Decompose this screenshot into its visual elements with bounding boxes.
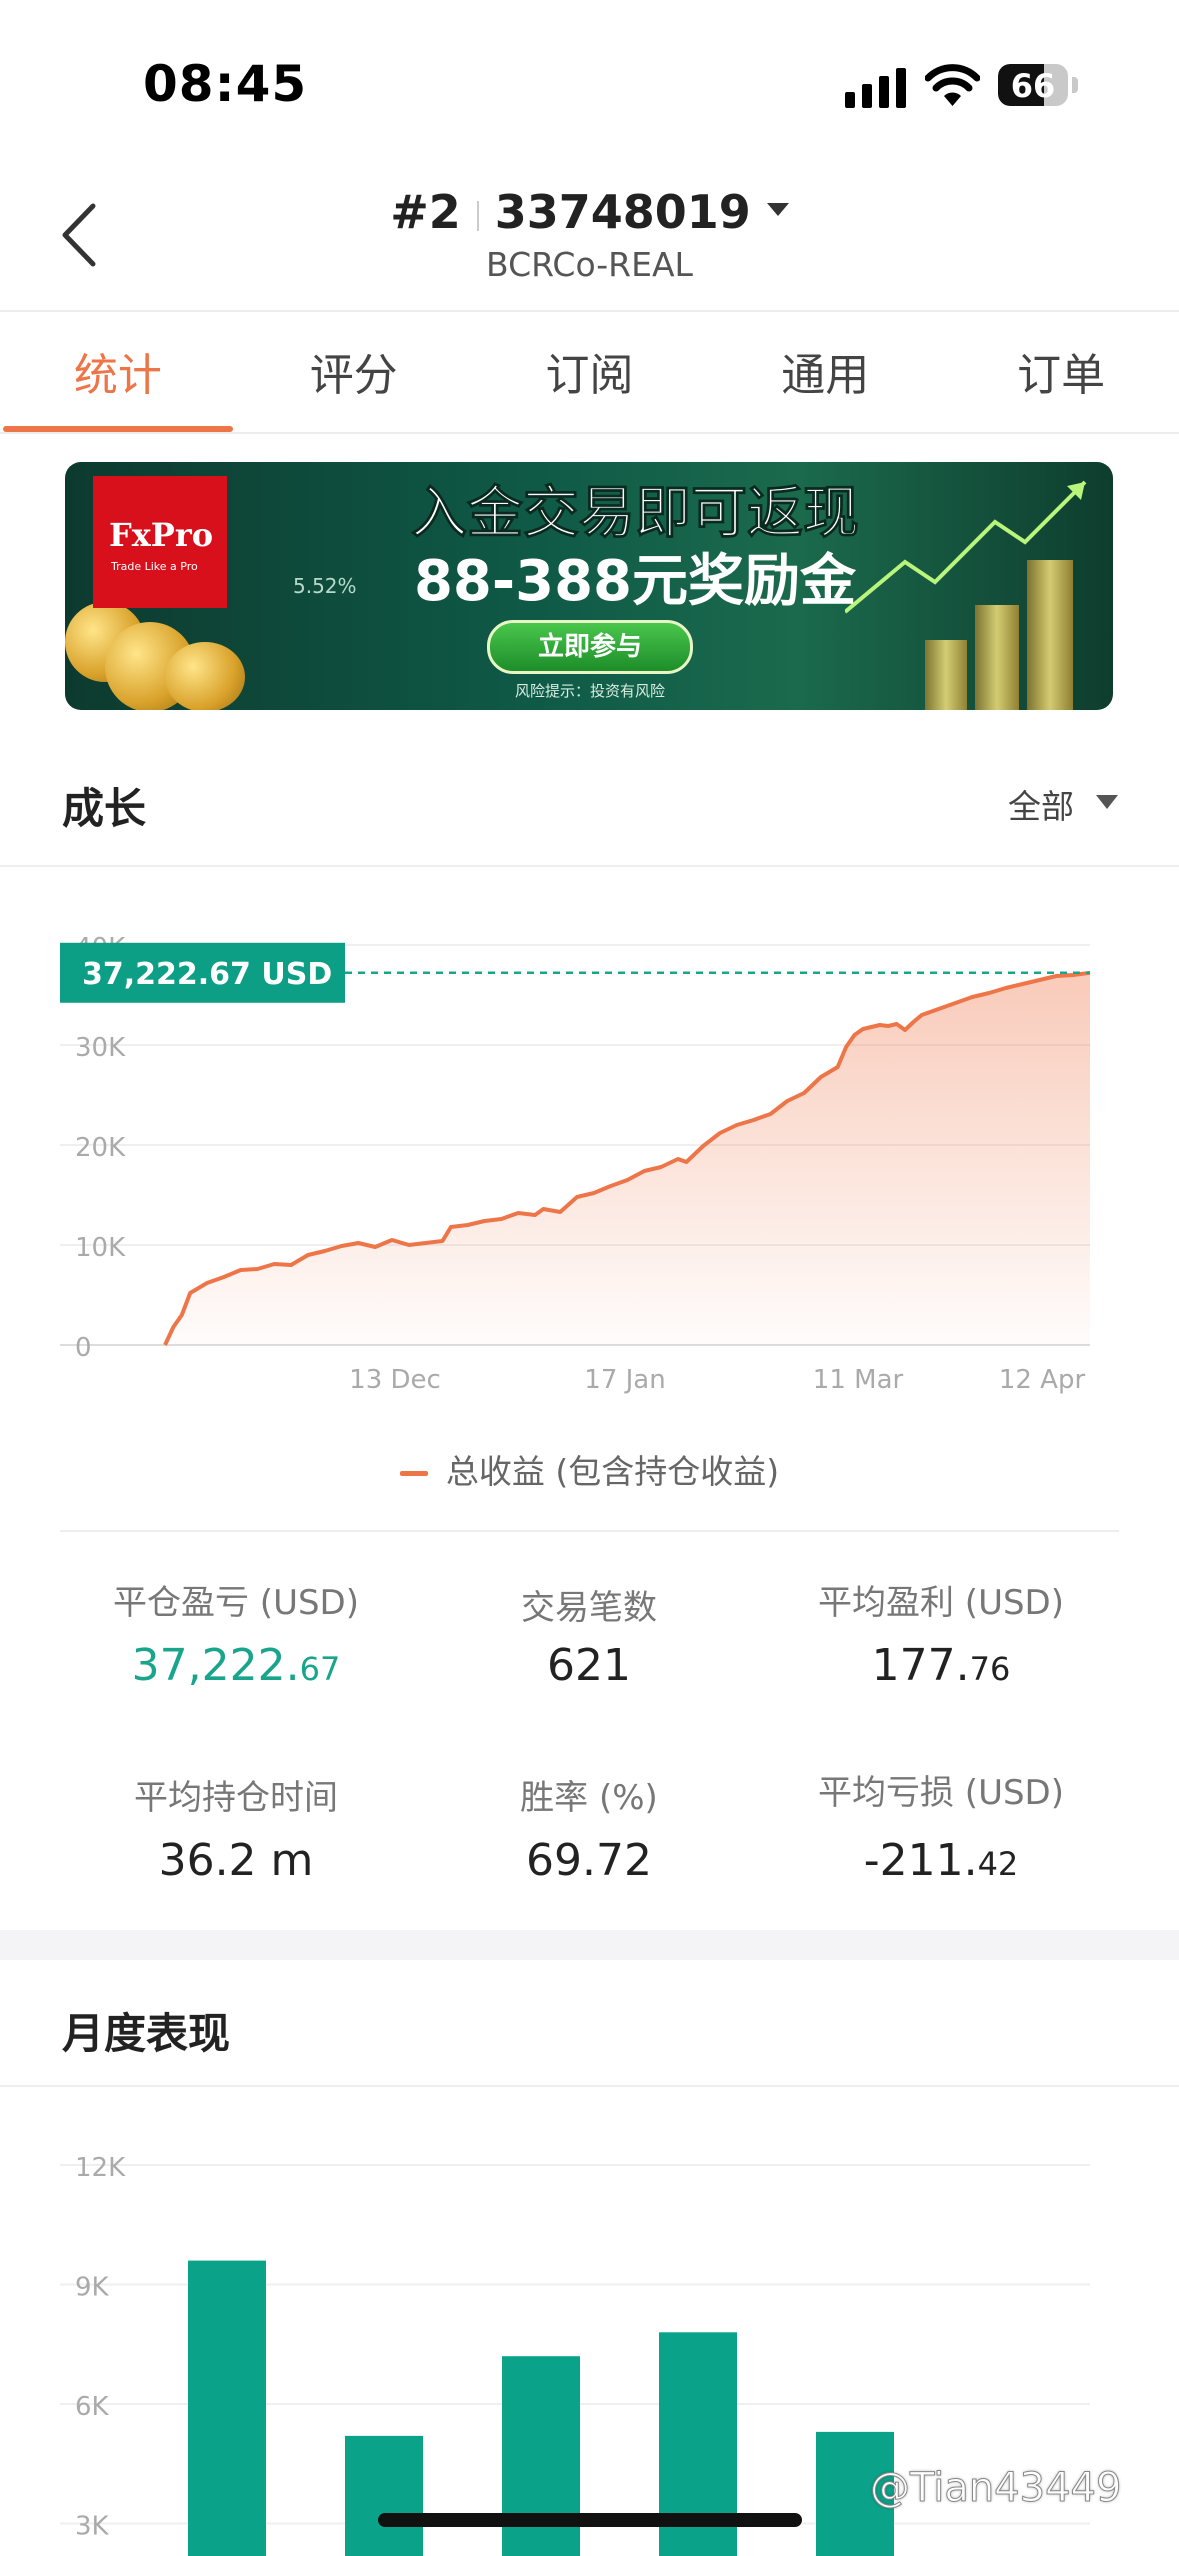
- y-tick-label: 20K: [75, 1133, 126, 1163]
- stat-avg-loss-value: -211.42: [863, 1835, 1019, 1886]
- account-rank: #2: [390, 185, 461, 239]
- promo-banner[interactable]: FxPro Trade Like a Pro 5.52% 入金交易即可返现 88…: [65, 462, 1113, 710]
- signal-icon: [845, 68, 906, 108]
- month-bar: [188, 2260, 266, 2556]
- watermark: @Tian43449: [869, 2465, 1122, 2512]
- stat-trades-label: 交易笔数: [521, 1588, 657, 1628]
- status-time: 08:45: [143, 55, 308, 113]
- x-tick-label: 13 Dec: [349, 1365, 441, 1395]
- banner-cta-button[interactable]: 立即参与: [487, 620, 693, 674]
- stat-avg-hold-value: 36.2 m: [158, 1835, 314, 1886]
- stat-avg-hold-label: 平均持仓时间: [134, 1778, 338, 1818]
- stat-avg-profit-label: 平均盈利 (USD): [818, 1583, 1064, 1623]
- y-tick-label: 12K: [75, 2153, 126, 2183]
- month-bar: [345, 2435, 423, 2556]
- y-tick-label: 0: [75, 1333, 92, 1363]
- tab-rating[interactable]: 评分: [236, 312, 472, 432]
- stat-trades-value: 621: [547, 1640, 631, 1691]
- y-tick-label: 10K: [75, 1233, 126, 1263]
- tab-orders[interactable]: 订单: [943, 312, 1179, 432]
- y-tick-label: 6K: [75, 2392, 110, 2422]
- stat-avg-loss-label: 平均亏损 (USD): [818, 1773, 1064, 1813]
- battery-icon: 66: [998, 64, 1080, 106]
- growth-section-title: 成长: [62, 784, 147, 833]
- x-tick-label: 12 Apr: [999, 1365, 1086, 1395]
- banner-percent: 5.52%: [293, 574, 357, 598]
- x-tick-label: 17 Jan: [584, 1365, 665, 1395]
- caret-down-icon[interactable]: [1096, 795, 1118, 809]
- tab-bar: 统计 评分 订阅 通用 订单: [0, 312, 1179, 432]
- divider: [0, 865, 1179, 867]
- fxpro-logo: FxPro Trade Like a Pro: [93, 476, 227, 608]
- server-name: BCRCo-REAL: [486, 245, 693, 284]
- growth-chart: 010K20K30K40K 13 Dec17 Jan11 Mar12 Apr 3…: [60, 933, 1091, 1395]
- current-value-label: 37,222.67 USD: [82, 957, 332, 992]
- stat-closed-pnl-label: 平仓盈亏 (USD): [113, 1583, 359, 1623]
- tab-subscribe[interactable]: 订阅: [472, 312, 708, 432]
- legend-label: 总收益 (包含持仓收益): [445, 1452, 780, 1491]
- account-selector[interactable]: #2 33748019: [0, 185, 1179, 239]
- banner-subheadline: 88-388元奖励金: [413, 549, 857, 614]
- divider: [60, 1530, 1119, 1532]
- tab-general[interactable]: 通用: [707, 312, 943, 432]
- x-tick-label: 11 Mar: [813, 1365, 904, 1395]
- tab-statistics[interactable]: 统计: [0, 312, 236, 432]
- stat-winrate-value: 69.72: [526, 1835, 652, 1886]
- monthly-section-title: 月度表现: [62, 2009, 231, 2058]
- y-tick-label: 30K: [75, 1033, 126, 1063]
- battery-level: 66: [1010, 67, 1056, 105]
- legend-swatch: [399, 1471, 428, 1476]
- stat-winrate-label: 胜率 (%): [520, 1778, 658, 1818]
- growth-filter-select[interactable]: 全部: [1008, 780, 1074, 828]
- wifi-icon: [925, 64, 980, 106]
- caret-down-icon: [766, 203, 789, 216]
- divider: [0, 2085, 1179, 2087]
- home-indicator[interactable]: [378, 2513, 802, 2527]
- stat-closed-pnl-value: 37,222.67: [131, 1640, 341, 1691]
- banner-risk-note: 风险提示：投资有风险: [514, 682, 665, 700]
- growth-legend: 总收益 (包含持仓收益): [0, 1445, 1179, 1493]
- growth-area: [165, 972, 1090, 1345]
- account-number: 33748019: [494, 185, 751, 239]
- stat-avg-profit-value: 177.76: [871, 1640, 1011, 1691]
- y-tick-label: 9K: [75, 2273, 110, 2303]
- section-gap: [0, 1930, 1179, 1960]
- y-tick-label: 3K: [75, 2512, 110, 2542]
- divider: [0, 432, 1179, 434]
